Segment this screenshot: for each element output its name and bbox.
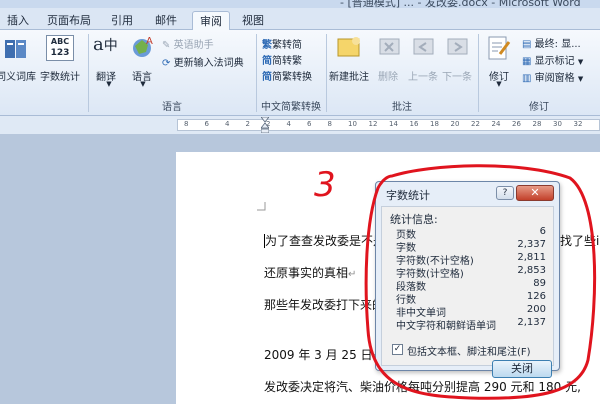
page-corner-mark [257,202,266,211]
ruler-tick: 22 [471,120,480,128]
previous-comment-icon [413,38,434,55]
ruler-tick: 4 [225,120,230,128]
help-button[interactable]: ? [496,186,514,200]
dialog-body: 统计信息: 页数 6 字数 2,337 字符数(不计空格) 2,811 字符数(计空格… [381,206,554,378]
trad-to-simp-button[interactable]: 繁繁转简 [262,36,302,51]
ribbon-tabs: 插入 页面布局 引用 邮件 审阅 视图 [0,8,600,31]
ribbon: 同义词库 ABC 123 字数统计 a中 翻译 ▼ A 语言 ▼ ✎ 英语助手 … [0,30,600,116]
english-assistant-button: ✎ 英语助手 [162,40,214,51]
window-title-bar: - [普通模式] ... - 发改委.docx - Microsoft Word [0,0,600,8]
stat-row: 字符数(计空格) 2,853 [396,265,546,280]
dialog-close-icon[interactable]: ✕ [516,185,554,201]
track-changes-dropdown-icon[interactable]: ▼ [494,80,504,88]
svg-text:A: A [146,36,153,47]
document-line-tail[interactable]: 找了些i [560,232,599,249]
simp-to-trad-icon: 简 [262,56,272,67]
word-count-icon: ABC 123 [46,35,74,61]
horizontal-ruler[interactable]: 8 6 4 2 2 4 6 8 10 12 14 16 18 20 22 24 26 28 30 32 [177,117,600,133]
new-comment-icon [337,37,360,57]
tab-page-layout[interactable]: 页面布局 [43,11,95,30]
document-line[interactable]: 那些年发改委打下来的 [264,296,384,313]
delete-comment-button: 删除 [378,72,398,83]
tab-view[interactable]: 视图 [238,11,268,30]
group-comments-label: 批注 [392,102,412,113]
dialog-title: 字数统计 [386,189,430,202]
thesaurus-icon [5,40,26,58]
trad-to-simp-icon: 繁 [262,40,272,51]
next-comment-icon [447,38,468,55]
display-for-review-select[interactable]: ▤ 最终: 显... [522,35,581,50]
translate-icon: a中 [93,34,118,55]
stat-row: 段落数 89 [396,278,546,293]
ruler-tick: 8 [327,120,332,128]
ruler-tick: 14 [389,120,398,128]
word-count-button[interactable]: 字数统计 [37,68,83,83]
stat-row: 非中文单词 200 [396,304,546,319]
previous-comment-button: 上一条 [408,72,438,83]
document-line[interactable]: 为了查查发改委是不是 [264,232,385,249]
language-dropdown-icon[interactable]: ▼ [138,80,148,88]
review-pane-icon: ▥ [522,73,532,84]
stat-row: 字数 2,337 [396,239,546,254]
ruler-tick: 20 [450,120,460,128]
new-comment-button[interactable]: 新建批注 [328,68,370,83]
tab-references[interactable]: 引用 [108,11,136,30]
ruler-tick: 26 [512,120,521,128]
chinese-conversion-button[interactable]: 简简繁转换 [262,68,312,83]
delete-comment-icon [379,38,400,55]
word-count-dialog: 字数统计 ? ✕ 统计信息: 页数 6 字数 2,337 字符数(不计空格) 2,81… [375,181,560,378]
ruler-tick: 6 [307,120,312,128]
simp-to-trad-button[interactable]: 简简转繁 [262,52,302,67]
ruler-tick: 24 [491,120,501,128]
group-chinese-conversion-label: 中文简繁转换 [261,102,321,113]
ruler-tick: 28 [532,120,542,128]
ruler-tick: 12 [368,120,378,128]
tab-review[interactable]: 审阅 [192,11,230,31]
ruler-area: 8 6 4 2 2 4 6 8 10 12 14 16 18 20 22 24 26 28 30 32 [0,116,600,134]
ruler-tick: 10 [348,120,357,128]
tab-mailings[interactable]: 邮件 [150,11,182,30]
close-button[interactable]: 关闭 [492,360,552,378]
group-language-label: 语言 [162,102,182,113]
ruler-tick: 18 [430,120,439,128]
thesaurus-button[interactable]: 同义词库 [0,68,36,83]
ruler-tick: 30 [553,120,562,128]
ruler-tick: 4 [286,120,291,128]
include-textboxes-label[interactable]: 包括文本框、脚注和尾注(F) [407,343,531,358]
display-review-icon: ▤ [522,39,532,50]
stat-row: 中文字符和朝鲜语单词 2,137 [396,317,546,332]
stat-row: 字符数(不计空格) 2,811 [396,252,546,267]
ruler-tick: 32 [573,120,583,128]
ruler-tick: 8 [184,120,189,128]
ruler-tick: 2 [245,120,250,128]
next-comment-button: 下一条 [442,72,472,83]
document-line[interactable]: 还原事实的真相↵ [264,264,356,281]
language-icon: A [133,36,153,57]
translate-dropdown-icon[interactable]: ▼ [104,80,114,88]
tab-insert[interactable]: 插入 [3,11,33,30]
english-assistant-icon: ✎ [162,40,171,51]
stat-row: 行数 126 [396,291,546,306]
update-ime-dictionary-button[interactable]: ⟳ 更新输入法词典 [162,54,244,69]
include-textboxes-checkbox[interactable]: ✓ [392,344,403,355]
document-line[interactable]: 2009 年 3 月 25 日↵ [264,346,381,363]
ruler-tick: 6 [204,120,209,128]
window-title: - [普通模式] ... - 发改委.docx - Microsoft Word [340,0,581,8]
document-line[interactable]: 发改委决定将汽、柴油价格每吨分别提高 290 元和 180 元, [264,378,581,395]
track-changes-icon [488,36,511,60]
show-markup-icon: ▦ [522,56,532,67]
ruler-tick: 16 [409,120,419,128]
show-markup-button[interactable]: ▦ 显示标记 ▼ [522,52,583,67]
review-pane-button[interactable]: ▥ 审阅窗格 ▼ [522,69,583,84]
chinese-conversion-icon: 简 [262,72,272,83]
update-ime-icon: ⟳ [162,58,171,69]
statistics-heading: 统计信息: [390,213,438,226]
group-tracking-label: 修订 [529,102,549,113]
stat-row: 页数 6 [396,226,546,241]
ruler-tick: 2 [266,120,271,128]
